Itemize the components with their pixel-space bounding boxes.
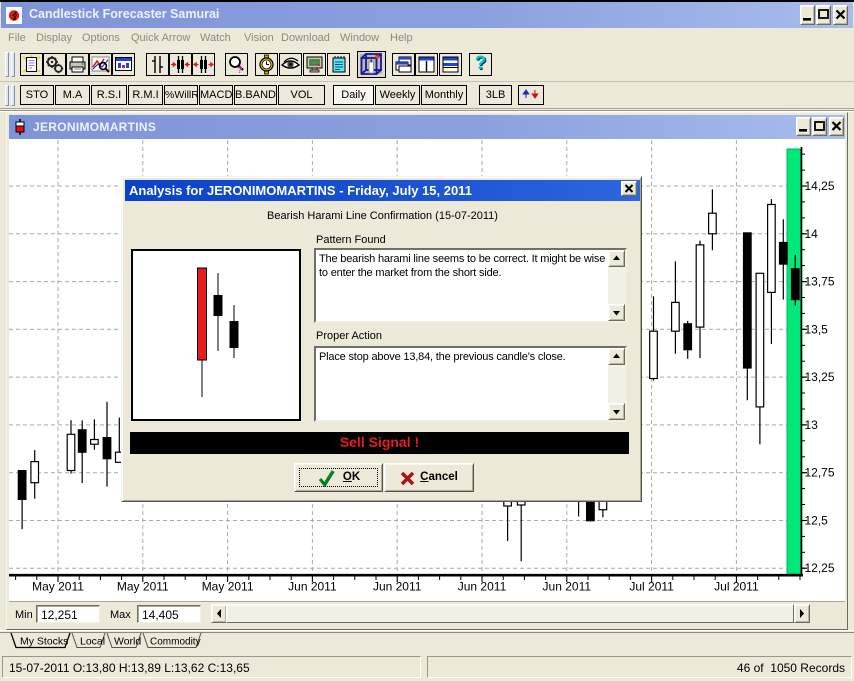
svg-text:May 2011: May 2011 <box>32 580 84 594</box>
svg-text:May 2011: May 2011 <box>117 580 169 594</box>
svg-text:12,5: 12,5 <box>805 514 829 528</box>
svg-text:My Stocks: My Stocks <box>20 636 68 648</box>
svg-text:Jun 2011: Jun 2011 <box>373 580 422 594</box>
svg-text:13,25: 13,25 <box>805 370 835 384</box>
svg-text:Local: Local <box>80 636 105 648</box>
svg-text:Jun 2011: Jun 2011 <box>288 580 337 594</box>
svg-text:Jun 2011: Jun 2011 <box>543 580 592 594</box>
svg-text:13: 13 <box>805 418 819 432</box>
svg-text:May 2011: May 2011 <box>202 580 254 594</box>
svg-text:14: 14 <box>805 227 819 241</box>
svg-text:?: ? <box>237 65 243 75</box>
svg-text:12,75: 12,75 <box>805 466 835 480</box>
svg-text:Jul 2011: Jul 2011 <box>714 580 759 594</box>
svg-text:14,25: 14,25 <box>805 179 835 193</box>
svg-text:12,25: 12,25 <box>805 561 835 575</box>
svg-text:World: World <box>114 636 141 648</box>
svg-text:Jul 2011: Jul 2011 <box>629 580 674 594</box>
svg-text:Jun 2011: Jun 2011 <box>458 580 507 594</box>
svg-text:13,5: 13,5 <box>805 322 829 336</box>
svg-text:13,75: 13,75 <box>805 275 835 289</box>
svg-text:Commodity: Commodity <box>150 637 201 648</box>
